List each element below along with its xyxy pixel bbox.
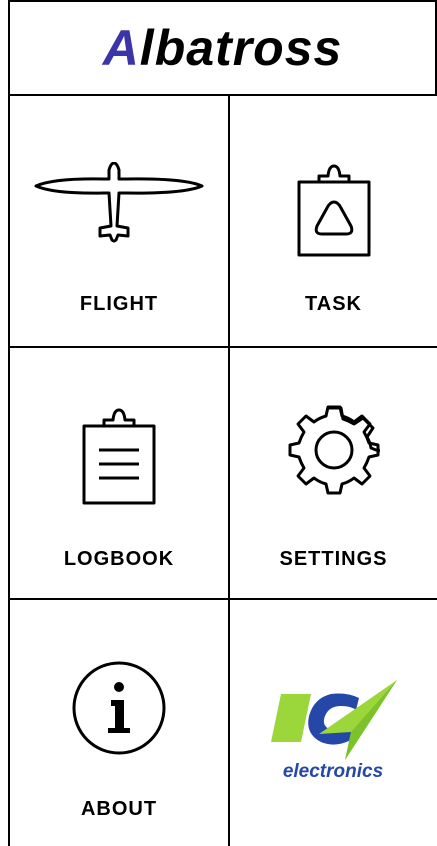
- menu-about[interactable]: ABOUT: [10, 600, 228, 846]
- menu-settings[interactable]: SETTINGS: [230, 348, 437, 598]
- glider-icon: [10, 162, 228, 244]
- flight-label: FLIGHT: [79, 293, 159, 315]
- logbook-label: LOGBOOK: [63, 548, 175, 570]
- logo-accent-letter: A: [102, 20, 140, 76]
- rc-electronics-text: electronics: [282, 761, 382, 782]
- about-label: ABOUT: [80, 798, 158, 820]
- settings-label: SETTINGS: [279, 548, 388, 570]
- menu-flight[interactable]: FLIGHT: [10, 96, 228, 346]
- gear-icon: [230, 404, 437, 496]
- menu-rc-electronics[interactable]: electronics: [230, 600, 437, 846]
- logo-text: lbatross: [139, 20, 343, 76]
- rc-electronics-logo: electronics: [230, 676, 437, 786]
- menu-task[interactable]: TASK: [230, 96, 437, 346]
- clipboard-triangle-icon: [230, 162, 437, 258]
- app-logo: Albatross: [103, 19, 343, 77]
- menu-logbook[interactable]: LOGBOOK: [10, 348, 228, 598]
- app-header: Albatross: [10, 0, 437, 96]
- task-label: TASK: [305, 293, 362, 315]
- app-frame: Albatross FLIGHT TASK LOGBOOK SETTINGS A…: [8, 0, 437, 846]
- info-icon: [10, 660, 228, 756]
- clipboard-list-icon: [10, 406, 228, 506]
